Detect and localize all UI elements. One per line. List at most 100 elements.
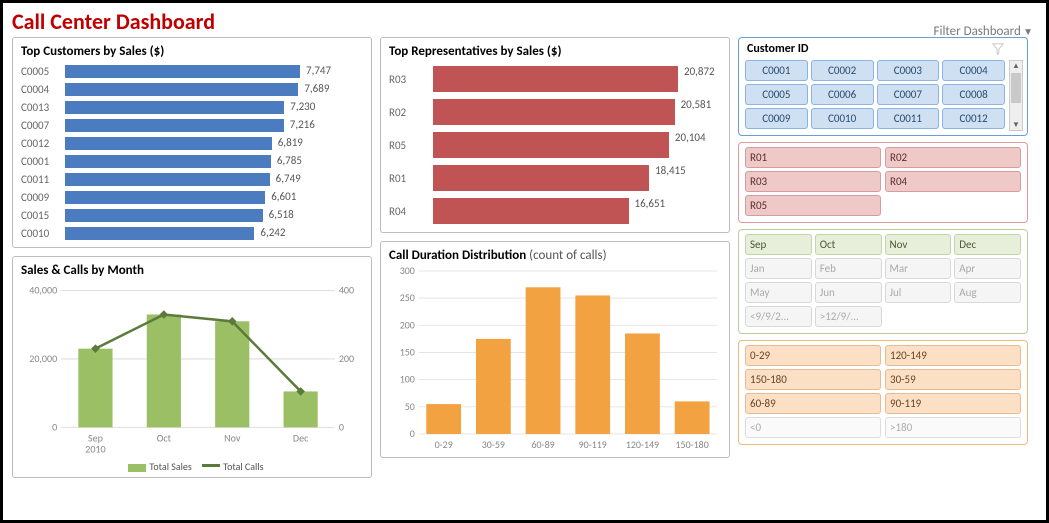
slicer-title: Customer ID <box>747 42 808 56</box>
slicer-chip[interactable]: R05 <box>745 195 881 216</box>
svg-text:300: 300 <box>400 267 415 277</box>
bar-category: R03 <box>389 73 433 86</box>
panel-sales-calls: Sales & Calls by Month 020,00040,0000200… <box>12 256 372 478</box>
slicer-chip[interactable]: Mar <box>885 258 952 279</box>
slicer-chip[interactable]: C0008 <box>942 84 1005 105</box>
slicer-chip[interactable]: C0003 <box>877 60 940 81</box>
slicer-chip[interactable]: R01 <box>745 147 881 168</box>
bar-value: 20,872 <box>684 65 715 78</box>
bar-value: 6,819 <box>278 136 303 149</box>
svg-text:30-59: 30-59 <box>482 439 505 451</box>
svg-text:0: 0 <box>410 428 415 440</box>
bar-category: C0005 <box>21 65 65 78</box>
slicer-chip[interactable]: Nov <box>885 234 952 255</box>
svg-text:Oct: Oct <box>157 431 172 444</box>
slicer-chip[interactable]: 30-59 <box>885 369 1021 390</box>
slicer-chip[interactable]: >12/9/... <box>815 306 882 327</box>
slicer-chip[interactable]: 60-89 <box>745 393 881 414</box>
slicer-chip[interactable]: C0011 <box>877 108 940 129</box>
bar-value: 6,242 <box>260 226 285 239</box>
bar-value: 6,601 <box>271 190 296 203</box>
slicer-chip[interactable]: >180 <box>885 417 1021 438</box>
slicer-chip[interactable]: <9/9/2... <box>745 306 812 327</box>
bar-category: C0004 <box>21 83 65 96</box>
chart-legend: Total Sales Total Calls <box>21 460 363 473</box>
clear-filter-icon[interactable] <box>991 42 1005 56</box>
slicer-chip[interactable]: 90-119 <box>885 393 1021 414</box>
slicer-chip[interactable]: C0004 <box>942 60 1005 81</box>
page-title: Call Center Dashboard <box>12 8 1037 35</box>
slicer-chip[interactable]: C0005 <box>745 84 808 105</box>
slicer-customer: Customer ID C0001C0002C0003C0004C0005C00… <box>738 37 1028 136</box>
bar-category: R02 <box>389 106 433 119</box>
svg-text:2010: 2010 <box>85 442 105 455</box>
bar-value: 6,785 <box>277 154 302 167</box>
bar-value: 7,689 <box>304 82 329 95</box>
bar-category: R01 <box>389 172 433 185</box>
slicer-chip[interactable]: R03 <box>745 171 881 192</box>
bar-value: 20,104 <box>675 131 706 144</box>
panel-top-reps: Top Representatives by Sales ($) R0320,8… <box>380 37 730 233</box>
panel-title: Top Customers by Sales ($) <box>21 44 363 59</box>
slicer-chip[interactable]: Sep <box>745 234 812 255</box>
slicer-chip[interactable]: Jul <box>885 282 952 303</box>
svg-text:50: 50 <box>405 401 415 413</box>
svg-text:0-29: 0-29 <box>435 439 453 451</box>
panel-duration: Call Duration Distribution (count of cal… <box>380 241 730 458</box>
bar-category: R04 <box>389 205 433 218</box>
slicer-chip[interactable]: C0009 <box>745 108 808 129</box>
slicer-chip[interactable]: R04 <box>885 171 1021 192</box>
bar-category: C0013 <box>21 101 65 114</box>
slicer-chip[interactable]: Apr <box>954 258 1021 279</box>
bar-value: 7,230 <box>290 100 315 113</box>
legend-sales: Total Sales <box>149 460 191 473</box>
slicer-chip[interactable]: C0007 <box>877 84 940 105</box>
slicer-scrollbar[interactable] <box>1009 60 1023 131</box>
chart-top-customers: C00057,747C00047,689C00137,230C00077,216… <box>21 63 363 242</box>
svg-text:60-89: 60-89 <box>531 439 554 451</box>
slicer-chip[interactable]: Jan <box>745 258 812 279</box>
slicer-chip[interactable]: C0010 <box>811 108 874 129</box>
slicer-chip[interactable]: 120-149 <box>885 345 1021 366</box>
svg-text:150: 150 <box>400 346 415 358</box>
bar-value: 6,518 <box>269 208 294 221</box>
slicer-chip[interactable]: C0012 <box>942 108 1005 129</box>
slicer-chip[interactable]: <0 <box>745 417 881 438</box>
svg-text:20,000: 20,000 <box>29 352 57 365</box>
slicer-chip[interactable]: Jun <box>815 282 882 303</box>
panel-top-customers: Top Customers by Sales ($) C00057,747C00… <box>12 37 372 248</box>
chart-duration: 0 50 100 150 200 250 300 0-29 30-59 60-89 90-119 12… <box>389 267 721 453</box>
svg-text:200: 200 <box>400 319 415 331</box>
chart-sales-calls: 020,00040,0000200400SepOctNovDec2010 <box>21 282 363 458</box>
svg-text:200: 200 <box>339 352 354 365</box>
bar-value: 20,581 <box>681 98 712 111</box>
bar-category: C0001 <box>21 155 65 168</box>
panel-title: Sales & Calls by Month <box>21 263 363 278</box>
svg-text:250: 250 <box>400 292 415 304</box>
bar-category: C0007 <box>21 119 65 132</box>
slicer-chip[interactable]: Feb <box>815 258 882 279</box>
slicer-chip[interactable]: May <box>745 282 812 303</box>
svg-text:400: 400 <box>339 284 354 297</box>
slicer-chip[interactable]: Dec <box>954 234 1021 255</box>
legend-calls: Total Calls <box>223 460 263 473</box>
bar-value: 18,415 <box>655 164 686 177</box>
slicer-chip[interactable]: C0002 <box>811 60 874 81</box>
slicer-chip[interactable]: R02 <box>885 147 1021 168</box>
slicer-rep: R01 R03 R05 R02 R04 <box>738 142 1028 223</box>
svg-text:100: 100 <box>400 374 415 386</box>
svg-text:90-119: 90-119 <box>579 439 607 451</box>
svg-text:Nov: Nov <box>224 431 241 444</box>
slicer-chip[interactable]: C0006 <box>811 84 874 105</box>
svg-text:0: 0 <box>52 420 57 433</box>
bar-category: C0009 <box>21 191 65 204</box>
slicer-chip[interactable]: C0001 <box>745 60 808 81</box>
svg-text:120-149: 120-149 <box>626 439 659 451</box>
slicer-chip[interactable]: Aug <box>954 282 1021 303</box>
slicer-month: SepOctNovDec JanFebMarApr MayJunJulAug <9/9… <box>738 229 1028 334</box>
bar-category: C0012 <box>21 137 65 150</box>
slicer-chip[interactable]: 0-29 <box>745 345 881 366</box>
slicer-chip[interactable]: Oct <box>815 234 882 255</box>
panel-title: Call Duration Distribution (count of cal… <box>389 248 721 263</box>
slicer-chip[interactable]: 150-180 <box>745 369 881 390</box>
